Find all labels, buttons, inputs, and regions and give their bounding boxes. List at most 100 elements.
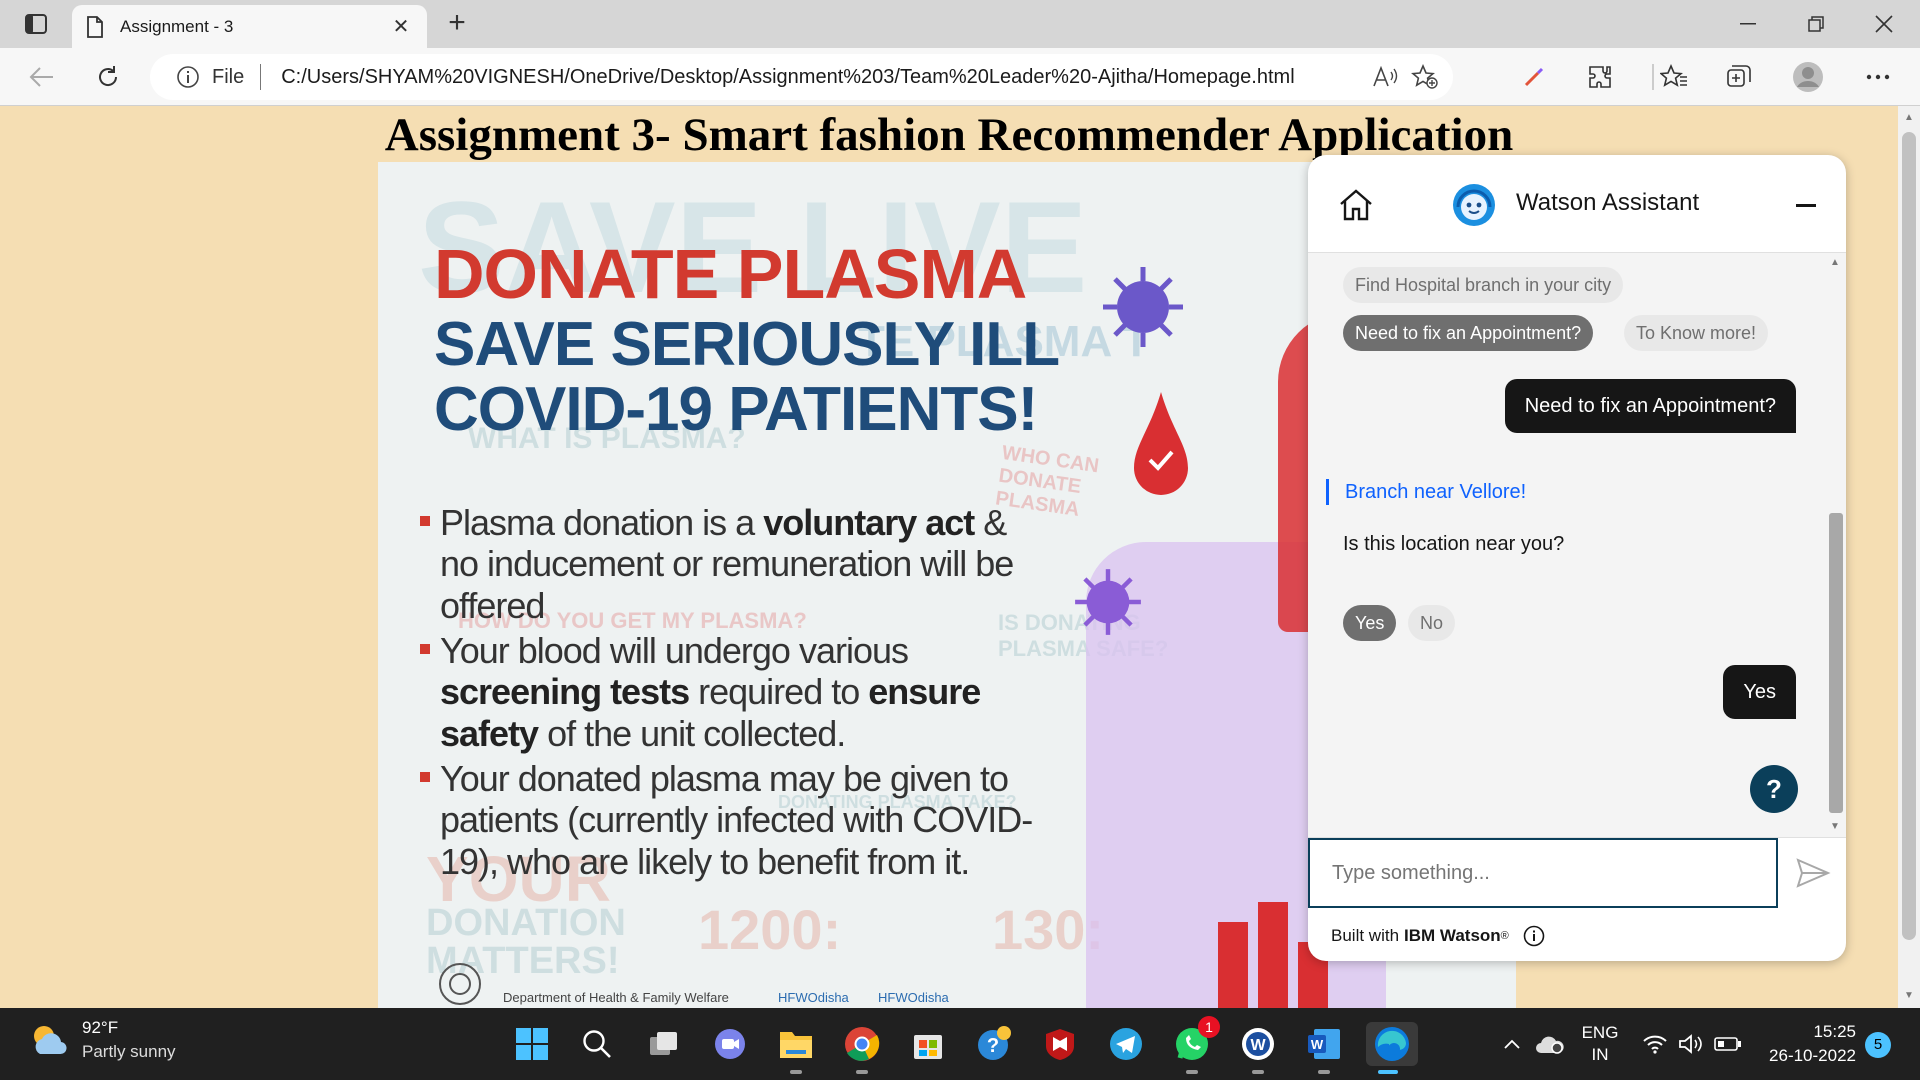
poster-bullet: Your donated plasma may be given to pati…	[420, 758, 1040, 882]
color-picker-extension-icon[interactable]	[1514, 58, 1554, 96]
back-button[interactable]	[22, 58, 62, 96]
weather-condition: Partly sunny	[82, 1042, 176, 1061]
battery-icon[interactable]	[1710, 1020, 1746, 1068]
chat-scrollbar[interactable]: ▲ ▼	[1824, 253, 1846, 837]
get-help-icon[interactable]: ?	[972, 1022, 1016, 1066]
word-icon[interactable]: W	[1302, 1022, 1346, 1074]
start-button[interactable]	[510, 1022, 554, 1066]
bullet-text: required to	[689, 671, 869, 713]
browser-tab[interactable]: Assignment - 3 ✕	[72, 5, 427, 48]
page-scrollbar[interactable]: ▲ ▼	[1898, 106, 1920, 1008]
bullet-marker	[420, 772, 430, 782]
volume-icon[interactable]	[1674, 1020, 1708, 1068]
svg-text:W: W	[1250, 1037, 1266, 1054]
svg-text:W: W	[1311, 1037, 1324, 1052]
mcafee-icon[interactable]	[1038, 1022, 1082, 1066]
url-text[interactable]: C:/Users/SHYAM%20VIGNESH/OneDrive/Deskto…	[281, 66, 1294, 89]
watson-footer: Built with IBM Watson ®	[1308, 911, 1846, 961]
watson-avatar-icon	[1453, 184, 1495, 226]
wps-writer-icon[interactable]: W	[1236, 1022, 1280, 1074]
refresh-button[interactable]	[88, 58, 128, 96]
show-hidden-icons-chevron-icon[interactable]	[1494, 1020, 1530, 1068]
close-window-button[interactable]	[1854, 6, 1914, 42]
clock-time: 15:25	[1813, 1022, 1856, 1041]
search-icon[interactable]	[575, 1022, 619, 1066]
watson-title: Watson Assistant	[1516, 189, 1700, 216]
new-tab-button[interactable]: +	[440, 8, 474, 40]
bot-branch-link[interactable]: Branch near Vellore!	[1326, 479, 1526, 505]
bullet-text: Plasma donation is a	[440, 502, 764, 543]
footer-prefix: Built with	[1331, 926, 1400, 945]
page-title: Assignment 3- Smart fashion Recommender …	[384, 109, 1514, 161]
windows-taskbar: 92°F Partly sunny ? 1 W W ENG IN 15:25 2…	[0, 1008, 1920, 1080]
wifi-icon[interactable]	[1638, 1020, 1672, 1068]
info-icon[interactable]	[176, 65, 200, 89]
poster-faded-stat: 1200:	[698, 898, 842, 961]
watson-header: Watson Assistant	[1308, 155, 1846, 253]
favorites-icon[interactable]	[1654, 58, 1694, 96]
virus-icon	[1103, 267, 1183, 347]
scroll-up-arrow-icon[interactable]: ▲	[1824, 255, 1846, 271]
teams-chat-icon[interactable]	[708, 1022, 752, 1066]
tab-actions-icon[interactable]	[20, 10, 52, 38]
file-explorer-icon[interactable]	[774, 1022, 818, 1074]
weather-widget[interactable]: 92°F Partly sunny	[28, 1018, 176, 1062]
minimize-window-button[interactable]	[1718, 6, 1778, 42]
option-fix-appointment[interactable]: Need to fix an Appointment?	[1343, 315, 1594, 351]
system-clock[interactable]: 15:25 26-10-2022	[1762, 1020, 1856, 1068]
watson-assistant-widget: Watson Assistant Find Hospital branch in…	[1308, 155, 1846, 961]
option-no[interactable]: No	[1408, 605, 1456, 641]
running-indicator	[856, 1070, 868, 1074]
scroll-down-arrow-icon[interactable]: ▼	[1898, 986, 1920, 1006]
collections-icon[interactable]	[1720, 58, 1760, 96]
minimize-icon	[1796, 203, 1816, 207]
chat-scrollbar-thumb[interactable]	[1829, 513, 1843, 813]
page-icon	[87, 15, 103, 38]
file-label: File	[212, 65, 245, 88]
scroll-down-arrow-icon[interactable]: ▼	[1824, 819, 1846, 835]
option-know-more[interactable]: To Know more!	[1624, 315, 1769, 351]
profile-avatar[interactable]	[1788, 58, 1828, 96]
page-scrollbar-thumb[interactable]	[1902, 132, 1916, 940]
chat-message-input[interactable]	[1308, 838, 1778, 908]
address-bar[interactable]: File C:/Users/SHYAM%20VIGNESH/OneDrive/D…	[150, 54, 1453, 100]
help-button[interactable]: ?	[1750, 765, 1798, 813]
extensions-icon[interactable]	[1580, 58, 1620, 96]
language-code: ENG	[1581, 1023, 1619, 1042]
home-icon[interactable]	[1336, 185, 1376, 225]
poster-bullet: Your blood will undergo various screenin…	[420, 630, 1040, 754]
address-separator	[260, 64, 262, 90]
restore-window-button[interactable]	[1786, 6, 1846, 42]
read-aloud-icon[interactable]	[1365, 54, 1405, 100]
browser-toolbar: File C:/Users/SHYAM%20VIGNESH/OneDrive/D…	[0, 48, 1920, 106]
clock-date: 26-10-2022	[1769, 1046, 1856, 1065]
poster-social-twitter: HFWOdisha	[878, 990, 949, 1005]
microsoft-store-icon[interactable]	[906, 1022, 950, 1066]
option-find-hospital[interactable]: Find Hospital branch in your city	[1343, 267, 1624, 303]
edge-icon[interactable]	[1366, 1022, 1418, 1074]
scroll-up-arrow-icon[interactable]: ▲	[1898, 108, 1920, 128]
notification-count-badge[interactable]: 5	[1865, 1032, 1891, 1058]
whatsapp-icon[interactable]: 1	[1170, 1016, 1220, 1074]
option-yes[interactable]: Yes	[1343, 605, 1397, 641]
onedrive-cloud-icon[interactable]	[1530, 1020, 1570, 1068]
language-indicator[interactable]: ENG IN	[1576, 1020, 1624, 1068]
more-menu-icon[interactable]	[1858, 58, 1898, 96]
virus-icon	[1075, 569, 1141, 635]
telegram-icon[interactable]	[1104, 1022, 1148, 1066]
user-message: Need to fix an Appointment?	[1504, 379, 1796, 433]
send-icon[interactable]	[1794, 854, 1832, 892]
poster-dept-label: Department of Health & Family Welfare	[503, 990, 729, 1005]
running-indicator	[1318, 1070, 1330, 1074]
chat-transcript[interactable]: Find Hospital branch in your city Need t…	[1308, 253, 1846, 837]
weather-temperature: 92°F	[82, 1018, 119, 1037]
task-view-icon[interactable]	[642, 1022, 686, 1066]
tab-close-icon[interactable]: ✕	[389, 14, 413, 39]
whatsapp-unread-badge: 1	[1198, 1016, 1220, 1038]
info-icon[interactable]	[1523, 925, 1545, 947]
bullet-marker	[420, 644, 430, 654]
chrome-icon[interactable]	[840, 1022, 884, 1074]
add-favorite-icon[interactable]	[1405, 54, 1445, 100]
bullet-text: Your blood will undergo various	[440, 630, 909, 671]
minimize-chat-button[interactable]	[1786, 185, 1826, 225]
